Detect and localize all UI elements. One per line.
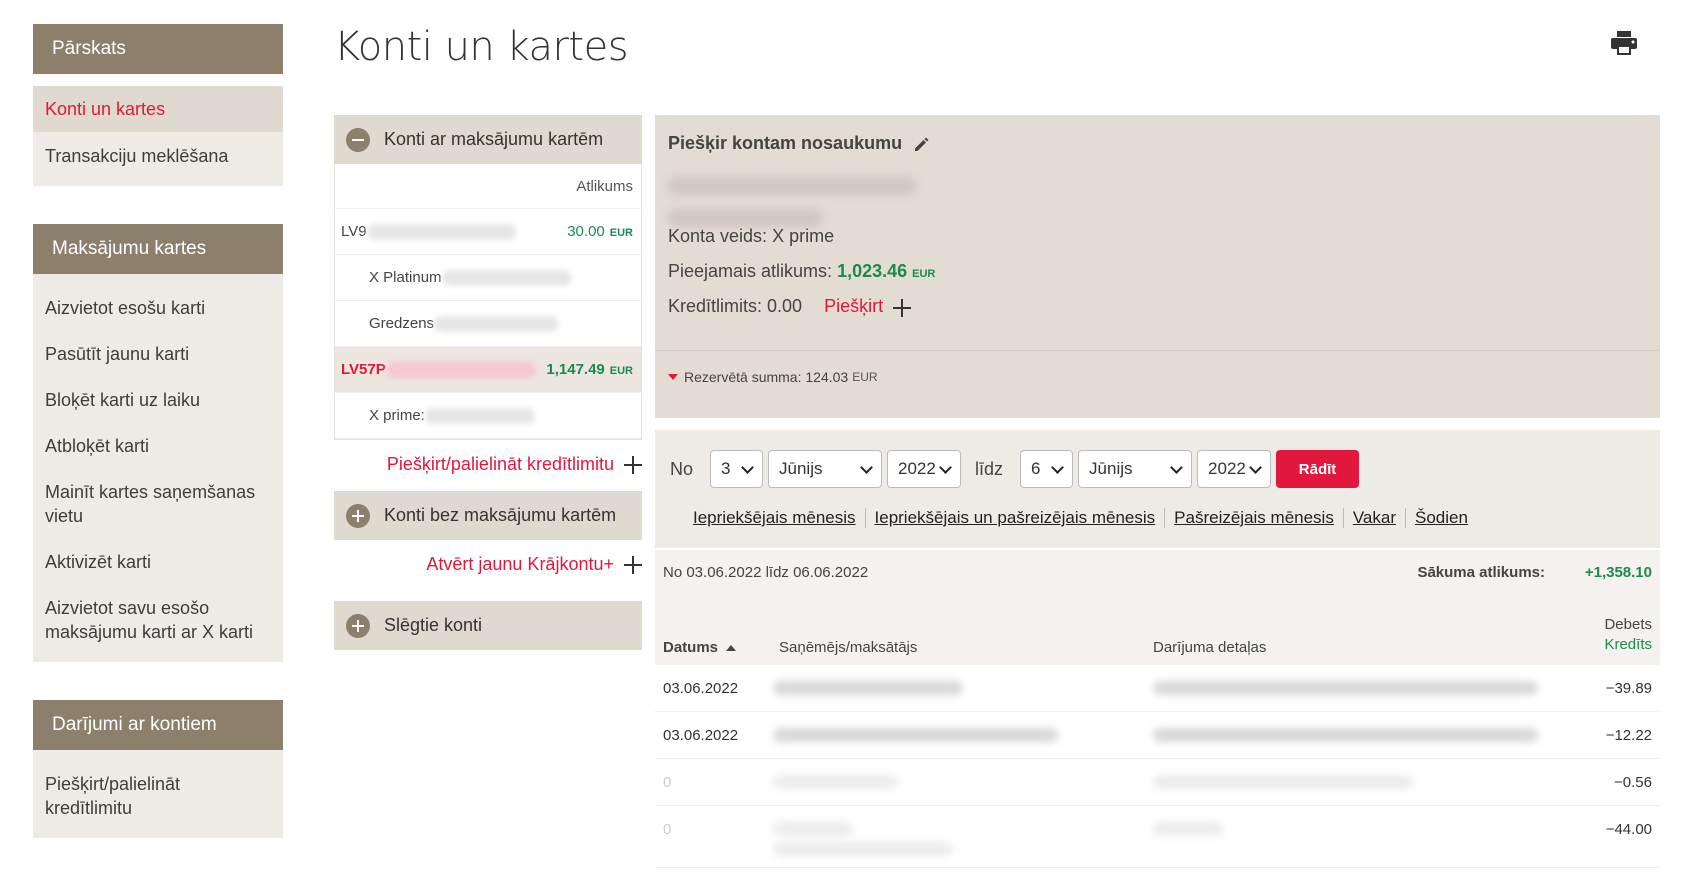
- chevron-down-icon: [1170, 461, 1183, 474]
- from-day-select[interactable]: 3: [710, 450, 764, 488]
- sidebar-item-change-pickup[interactable]: Mainīt kartes saņemšanas vietu: [33, 468, 283, 538]
- group-label: Konti ar maksājumu kartēm: [384, 129, 604, 149]
- link-today[interactable]: Šodien: [1405, 508, 1477, 528]
- plus-icon: [624, 456, 642, 474]
- chevron-down-icon: [1051, 461, 1064, 474]
- show-button[interactable]: Rādīt: [1276, 450, 1360, 488]
- sidebar-item-accounts-cards[interactable]: Konti un kartes: [33, 86, 283, 132]
- to-label: līdz: [975, 458, 1004, 479]
- sidebar-item-activate-card[interactable]: Aktivizēt karti: [33, 538, 283, 584]
- sidebar: Pārskats Konti un kartes Transakciju mek…: [33, 24, 283, 876]
- card-label: X Platinum: [369, 269, 442, 286]
- card-row[interactable]: X Platinum: [335, 255, 641, 301]
- start-balance-value: +1,358.10: [1584, 564, 1652, 581]
- quick-range-links: Iepriekšējais mēnesis Iepriekšējais un p…: [693, 508, 1477, 528]
- link-yesterday[interactable]: Vakar: [1342, 508, 1405, 528]
- print-icon[interactable]: [1610, 30, 1638, 56]
- account-row-selected[interactable]: LV57P 1,147.49 EUR: [335, 347, 641, 393]
- account-iban: LV57P: [341, 361, 386, 378]
- chevron-down-icon: [1249, 461, 1262, 474]
- credit-limit-link[interactable]: Piešķirt/palielināt kredītlimitu: [334, 440, 642, 491]
- transactions-table: No 03.06.2022 līdz 06.06.2022 Sākuma atl…: [655, 550, 1660, 882]
- reserved-amount-toggle[interactable]: Rezervētā summa: 124.03 EUR: [668, 369, 878, 385]
- sidebar-item-block-card[interactable]: Bloķēt karti uz laiku: [33, 376, 283, 422]
- sidebar-item-credit-limit[interactable]: Piešķirt/palielināt kredītlimitu: [33, 760, 283, 830]
- page-title: Konti un kartes: [334, 24, 629, 70]
- table-row[interactable]: 03.06.2022 −12.22: [655, 712, 1660, 759]
- date-filter-panel: No 3 Jūnijs 2022 līdz 6 Jūnijs 2022 Rādī…: [655, 430, 1660, 548]
- card-label: Gredzens: [369, 315, 435, 332]
- account-info-panel: Piešķir kontam nosaukumu Konta veids: X …: [655, 115, 1660, 418]
- expand-icon: [346, 503, 370, 528]
- sidebar-section-account-ops: Darījumi ar kontiem Piešķirt/palielināt …: [33, 700, 283, 838]
- balance-column-header: Atlikums: [335, 164, 641, 209]
- table-header: Datums Saņēmējs/maksātājs Darījuma detaļ…: [655, 595, 1660, 665]
- account-name-editor[interactable]: Piešķir kontam nosaukumu: [668, 133, 932, 154]
- group-label: Slēgtie konti: [384, 615, 483, 635]
- chevron-down-icon: [939, 461, 952, 474]
- link-previous-month[interactable]: Iepriekšējais mēnesis: [693, 508, 865, 528]
- account-row[interactable]: LV9 30.00 EUR: [335, 209, 641, 255]
- accounts-table: Atlikums LV9 30.00 EUR X Platinum Gredzen…: [334, 164, 642, 440]
- account-balance: 1,147.49 EUR: [546, 361, 633, 378]
- table-row[interactable]: 0 −0.56: [655, 759, 1660, 806]
- link-previous-current-month[interactable]: Iepriekšējais un pašreizējais mēnesis: [864, 508, 1165, 528]
- sidebar-section-overview: Pārskats Konti un kartes Transakciju mek…: [33, 24, 283, 186]
- sidebar-item-replace-with-x[interactable]: Aizvietot savu esošo maksājumu karti ar …: [33, 584, 283, 654]
- available-balance: Pieejamais atlikums: 1,023.46 EUR: [668, 261, 936, 281]
- sidebar-item-order-card[interactable]: Pasūtīt jaunu karti: [33, 330, 283, 376]
- date-range-text: No 03.06.2022 līdz 06.06.2022: [663, 564, 869, 581]
- from-month-select[interactable]: Jūnijs: [768, 450, 883, 488]
- card-row[interactable]: X prime:: [335, 393, 641, 439]
- start-balance-label: Sākuma atlikums:: [1417, 564, 1545, 581]
- sidebar-heading-payment-cards[interactable]: Maksājumu kartes: [33, 224, 283, 274]
- chevron-down-icon: [860, 461, 873, 474]
- caret-down-icon: [668, 374, 678, 380]
- sidebar-item-transaction-search[interactable]: Transakciju meklēšana: [33, 132, 283, 178]
- from-year-select[interactable]: 2022: [887, 450, 962, 488]
- column-debit-credit: Debets Kredīts: [1604, 616, 1652, 653]
- sidebar-heading-overview[interactable]: Pārskats: [33, 24, 283, 74]
- account-iban: LV9: [341, 223, 367, 240]
- open-savings-link[interactable]: Atvērt jaunu Krājkontu+: [334, 540, 642, 591]
- account-balance: 30.00 EUR: [567, 223, 633, 240]
- column-details: Darījuma detaļas: [1153, 639, 1267, 656]
- plus-icon: [893, 298, 912, 317]
- sidebar-section-payment-cards: Maksājumu kartes Aizvietot esošu karti P…: [33, 224, 283, 662]
- sort-asc-icon: [726, 644, 737, 651]
- group-accounts-without-cards[interactable]: Konti bez maksājumu kartēm: [334, 491, 642, 540]
- to-day-select[interactable]: 6: [1020, 450, 1074, 488]
- table-row[interactable]: 03.06.2022 −39.89: [655, 665, 1660, 712]
- to-month-select[interactable]: Jūnijs: [1078, 450, 1193, 488]
- group-accounts-with-cards[interactable]: Konti ar maksājumu kartēm: [334, 115, 642, 164]
- to-year-select[interactable]: 2022: [1197, 450, 1272, 488]
- plus-icon: [624, 556, 642, 574]
- assign-credit-link[interactable]: Piešķirt: [824, 296, 912, 317]
- sidebar-heading-account-ops[interactable]: Darījumi ar kontiem: [33, 700, 283, 750]
- table-row[interactable]: 0 −44.00: [655, 806, 1660, 868]
- group-closed-accounts[interactable]: Slēgtie konti: [334, 601, 642, 650]
- column-date[interactable]: Datums: [663, 639, 737, 656]
- accounts-panel: Konti ar maksājumu kartēm Atlikums LV9 3…: [334, 115, 642, 650]
- link-current-month[interactable]: Pašreizējais mēnesis: [1164, 508, 1343, 528]
- collapse-icon: [346, 127, 370, 152]
- card-label: X prime:: [369, 407, 425, 424]
- from-label: No: [670, 458, 694, 479]
- sidebar-item-replace-card[interactable]: Aizvietot esošu karti: [33, 284, 283, 330]
- account-type: Konta veids: X prime: [668, 226, 835, 246]
- group-label: Konti bez maksājumu kartēm: [384, 505, 617, 525]
- card-row[interactable]: Gredzens: [335, 301, 641, 347]
- column-payee: Saņēmējs/maksātājs: [779, 639, 918, 656]
- credit-limit: Kredītlimits: 0.00 Piešķirt: [668, 296, 912, 317]
- expand-icon: [346, 613, 370, 638]
- transactions-summary: No 03.06.2022 līdz 06.06.2022 Sākuma atl…: [655, 550, 1660, 595]
- chevron-down-icon: [741, 461, 754, 474]
- sidebar-item-unblock-card[interactable]: Atbloķēt karti: [33, 422, 283, 468]
- pencil-icon[interactable]: [912, 134, 932, 154]
